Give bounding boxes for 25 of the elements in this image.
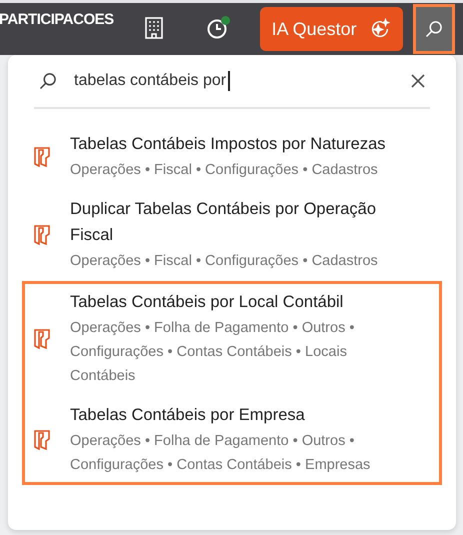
result-title: Tabelas Contábeis por Local Contábil — [70, 292, 344, 313]
ai-button[interactable]: IA Questor — [260, 7, 403, 51]
search-button[interactable] — [412, 4, 455, 54]
result-path: Operações • Folha de Pagamento • Outros • Configurações • Contas Contábeis • Locais Contábeis — [70, 319, 356, 386]
document-icon — [34, 146, 50, 166]
search-icon — [38, 71, 58, 91]
search-result[interactable]: Duplicar Tabelas Contábeis por Operação Fiscal Operações • Fiscal • Configurações • Cadastros — [34, 191, 430, 278]
search-result[interactable]: Tabelas Contábeis por Empresa Operações • Folha de Pagamento • Outros • Configurações • Contas Contábeis • Empresas — [34, 397, 430, 482]
result-title: Tabelas Contábeis Impostos por Naturezas — [70, 134, 386, 155]
search-icon — [424, 19, 444, 39]
document-icon — [34, 224, 50, 244]
company-name: PARTICIPACOES — [0, 11, 114, 28]
document-icon — [34, 328, 50, 348]
close-icon[interactable] — [410, 73, 426, 89]
result-title: Tabelas Contábeis por Empresa — [70, 405, 306, 426]
search-result[interactable]: Tabelas Contábeis Impostos por Naturezas Operações • Fiscal • Configurações • Cadastros — [34, 126, 430, 187]
clock-icon[interactable] — [206, 18, 228, 40]
search-field[interactable]: tabelas contábeis por — [74, 71, 394, 91]
result-title: Duplicar Tabelas Contábeis por Operação Fiscal — [70, 199, 378, 246]
building-icon[interactable] — [144, 17, 164, 41]
result-path: Operações • Fiscal • Configurações • Cadastros — [70, 252, 379, 271]
search-result[interactable]: Tabelas Contábeis por Local Contábil Operações • Folha de Pagamento • Outros • Configurações • Contas Contábeis • Locais Contábeis — [34, 284, 430, 393]
result-path: Operações • Folha de Pagamento • Outros • Configurações • Contas Contábeis • Empresas — [70, 432, 372, 475]
document-icon — [34, 430, 50, 450]
result-path: Operações • Fiscal • Configurações • Cadastros — [70, 161, 379, 180]
